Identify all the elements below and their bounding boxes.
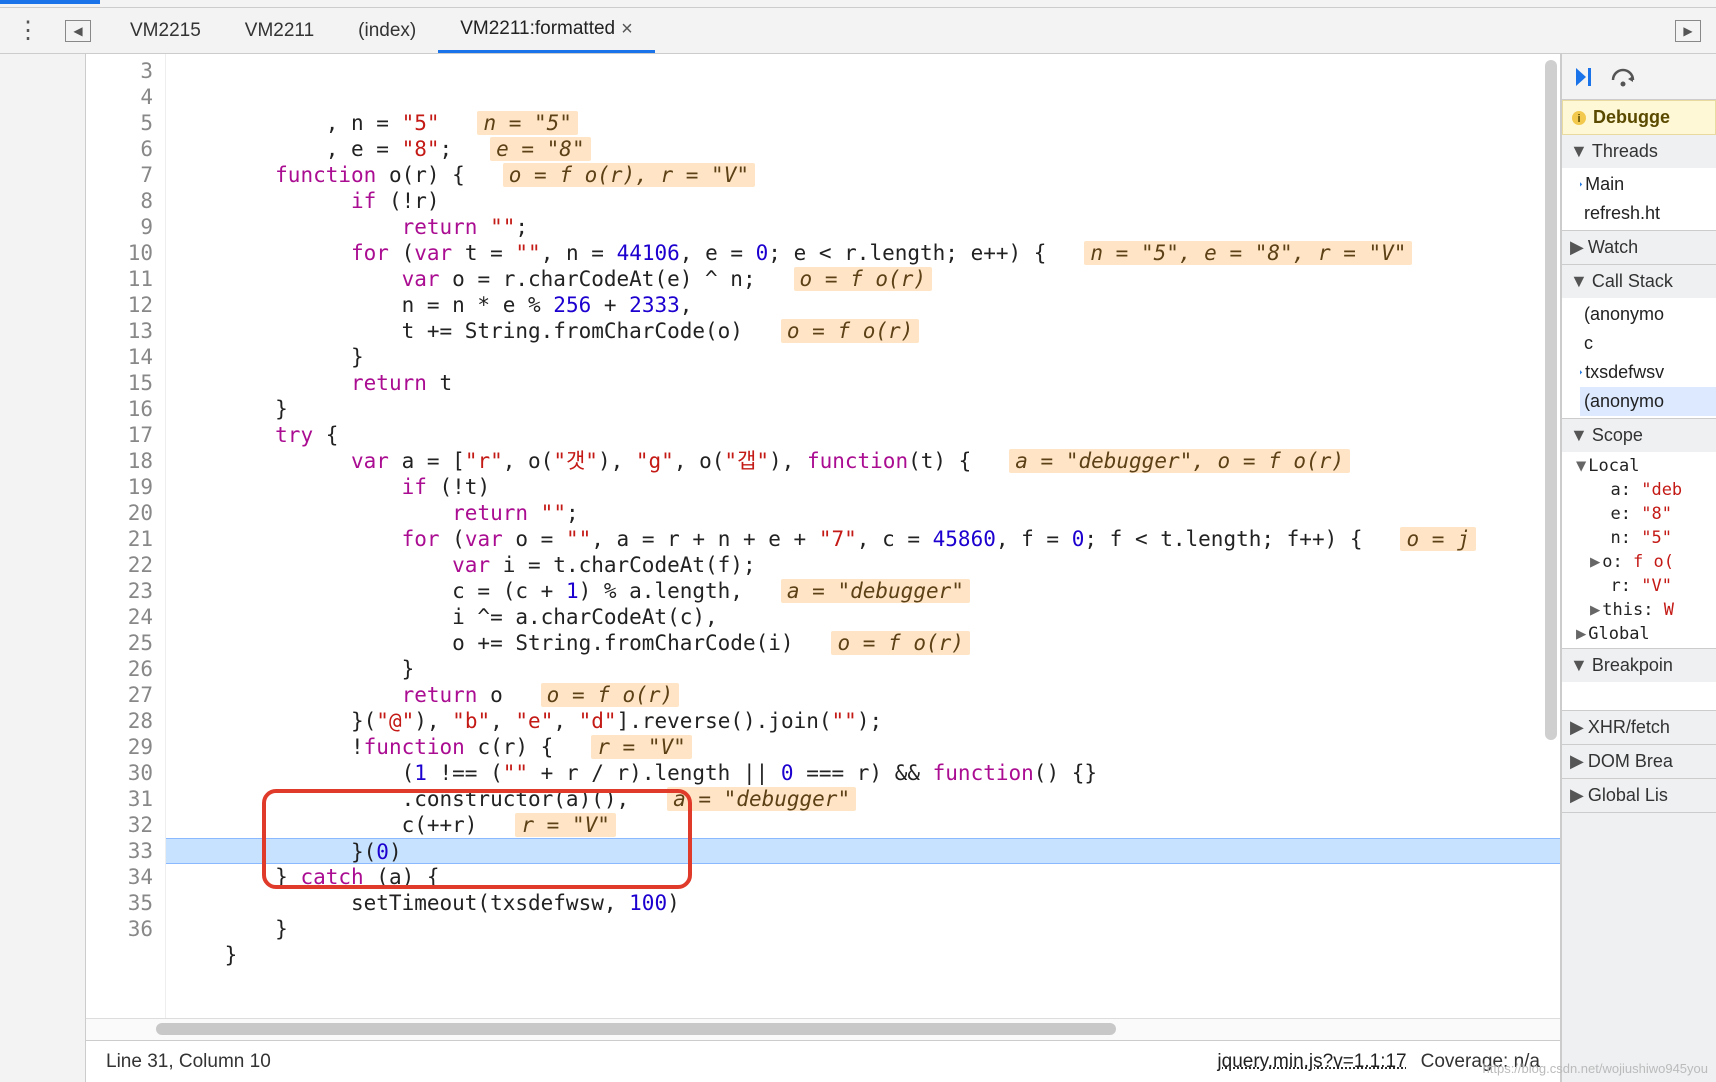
code-editor[interactable]: 3456789101112131415161718192021222324252… bbox=[86, 54, 1560, 1018]
scrollbar-horizontal[interactable] bbox=[86, 1018, 1560, 1040]
inline-value-hint: o = f o(r) bbox=[831, 631, 969, 655]
inline-value-hint: o = f o(r) bbox=[781, 319, 919, 343]
inline-value-hint: o = f o(r) bbox=[794, 267, 932, 291]
inline-value-hint: n = "5", e = "8", r = "V" bbox=[1084, 241, 1412, 265]
code-line[interactable]: function o(r) { o = f o(r), r = "V" bbox=[174, 162, 1560, 188]
scope-variable[interactable]: a: "deb bbox=[1576, 478, 1716, 502]
scope-variable[interactable]: n: "5" bbox=[1576, 526, 1716, 550]
debugger-controls bbox=[1562, 54, 1716, 100]
inline-value-hint: n = "5" bbox=[477, 111, 578, 135]
inline-value-hint: o = f o(r), r = "V" bbox=[503, 163, 755, 187]
inline-value-hint: o = j bbox=[1400, 527, 1475, 551]
run-snippet-icon[interactable] bbox=[1668, 11, 1708, 51]
top-loading-bar bbox=[0, 0, 1716, 8]
code-line[interactable]: var a = ["r", o("갯"), "g", o("갭"), funct… bbox=[174, 448, 1560, 474]
source-tab[interactable]: VM2211:formatted× bbox=[438, 8, 655, 53]
code-line[interactable]: } bbox=[174, 942, 1560, 968]
svg-text:i: i bbox=[1577, 113, 1580, 125]
code-line[interactable]: n = n * e % 256 + 2333, bbox=[174, 292, 1560, 318]
paused-banner: i Debugge bbox=[1562, 100, 1716, 135]
cursor-position: Line 31, Column 10 bbox=[106, 1051, 271, 1073]
more-icon[interactable] bbox=[8, 11, 48, 51]
code-line[interactable]: , n = "5" n = "5" bbox=[174, 110, 1560, 136]
code-line[interactable]: var o = r.charCodeAt(e) ^ n; o = f o(r) bbox=[174, 266, 1560, 292]
code-line[interactable]: if (!r) bbox=[174, 188, 1560, 214]
breakpoints-header[interactable]: ▼Breakpoin bbox=[1562, 649, 1716, 682]
close-icon[interactable]: × bbox=[621, 18, 633, 41]
code-line[interactable]: return ""; bbox=[174, 500, 1560, 526]
code-line[interactable]: setTimeout(txsdefwsw, 100) bbox=[174, 890, 1560, 916]
inline-value-hint: o = f o(r) bbox=[541, 683, 679, 707]
scope-variable[interactable]: r: "V" bbox=[1576, 574, 1716, 598]
code-line[interactable]: } bbox=[174, 916, 1560, 942]
left-gutter bbox=[0, 54, 86, 1082]
code-line[interactable]: , e = "8"; e = "8" bbox=[174, 136, 1560, 162]
thread-item[interactable]: Main bbox=[1580, 170, 1716, 199]
code-line[interactable]: try { bbox=[174, 422, 1560, 448]
dom-breakpoints-header[interactable]: ▶DOM Brea bbox=[1562, 745, 1716, 778]
threads-header[interactable]: ▼Threads bbox=[1562, 135, 1716, 168]
inline-value-hint: e = "8" bbox=[490, 137, 591, 161]
editor-status-bar: Line 31, Column 10 jquery.min.js?v=1.1:1… bbox=[86, 1040, 1560, 1082]
line-number-gutter: 3456789101112131415161718192021222324252… bbox=[86, 54, 166, 1018]
code-line[interactable]: return t bbox=[174, 370, 1560, 396]
code-line[interactable]: for (var o = "", a = r + n + e + "7", c … bbox=[174, 526, 1560, 552]
code-line[interactable]: !function c(r) { r = "V" bbox=[174, 734, 1560, 760]
debugger-sidebar: i Debugge ▼Threads Mainrefresh.ht ▶Watch… bbox=[1561, 54, 1716, 1082]
callstack-frame[interactable]: (anonymo bbox=[1580, 300, 1716, 329]
source-map-link[interactable]: jquery.min.js?v=1.1:17 bbox=[1217, 1051, 1406, 1073]
code-line[interactable]: if (!t) bbox=[174, 474, 1560, 500]
thread-item[interactable]: refresh.ht bbox=[1580, 199, 1716, 228]
source-tab-bar: VM2215VM2211(index)VM2211:formatted× bbox=[0, 8, 1716, 54]
callstack-header[interactable]: ▼Call Stack bbox=[1562, 265, 1716, 298]
callstack-frame[interactable]: (anonymo bbox=[1580, 387, 1716, 416]
scope-header[interactable]: ▼Scope bbox=[1562, 419, 1716, 452]
inline-value-hint: a = "debugger" bbox=[667, 787, 856, 811]
source-tab[interactable]: VM2211 bbox=[223, 8, 336, 53]
code-line[interactable] bbox=[174, 968, 1560, 994]
code-line[interactable]: return o o = f o(r) bbox=[174, 682, 1560, 708]
scope-global-header[interactable]: ▶Global bbox=[1576, 622, 1716, 646]
watermark: https://blog.csdn.net/wojiushiwo945you bbox=[1483, 1061, 1708, 1076]
scope-variable[interactable]: ▶this: W bbox=[1576, 598, 1716, 622]
source-text[interactable]: , n = "5" n = "5" , e = "8"; e = "8" fun… bbox=[166, 54, 1560, 1018]
code-line[interactable]: for (var t = "", n = 44106, e = 0; e < r… bbox=[174, 240, 1560, 266]
callstack-frame[interactable]: txsdefwsv bbox=[1580, 358, 1716, 387]
code-line[interactable]: o += String.fromCharCode(i) o = f o(r) bbox=[174, 630, 1560, 656]
scrollbar-vertical[interactable] bbox=[1545, 60, 1557, 740]
nav-back-icon[interactable] bbox=[58, 11, 98, 51]
callstack-frame[interactable]: c bbox=[1580, 329, 1716, 358]
code-line[interactable]: (1 !== ("" + r / r).length || 0 === r) &… bbox=[174, 760, 1560, 786]
code-line[interactable]: } bbox=[174, 656, 1560, 682]
code-line[interactable]: return ""; bbox=[174, 214, 1560, 240]
scope-variable[interactable]: e: "8" bbox=[1576, 502, 1716, 526]
code-line[interactable]: c = (c + 1) % a.length, a = "debugger" bbox=[174, 578, 1560, 604]
resume-button[interactable] bbox=[1570, 63, 1598, 91]
inline-value-hint: a = "debugger", o = f o(r) bbox=[1009, 449, 1350, 473]
inline-value-hint: a = "debugger" bbox=[781, 579, 970, 603]
watch-header[interactable]: ▶Watch bbox=[1562, 231, 1716, 264]
global-listeners-header[interactable]: ▶Global Lis bbox=[1562, 779, 1716, 812]
source-tab[interactable]: (index) bbox=[336, 8, 438, 53]
paused-banner-text: Debugge bbox=[1593, 107, 1670, 128]
source-tab[interactable]: VM2215 bbox=[108, 8, 223, 53]
scope-local-header[interactable]: ▼Local bbox=[1576, 454, 1716, 478]
annotation-red-box bbox=[262, 789, 692, 889]
code-line[interactable]: t += String.fromCharCode(o) o = f o(r) bbox=[174, 318, 1560, 344]
code-line[interactable]: } bbox=[174, 344, 1560, 370]
scope-variable[interactable]: ▶o: f o( bbox=[1576, 550, 1716, 574]
step-over-button[interactable] bbox=[1610, 63, 1638, 91]
code-line[interactable]: } bbox=[174, 396, 1560, 422]
inline-value-hint: r = "V" bbox=[591, 735, 692, 759]
xhr-breakpoints-header[interactable]: ▶XHR/fetch bbox=[1562, 711, 1716, 744]
code-line[interactable]: i ^= a.charCodeAt(c), bbox=[174, 604, 1560, 630]
code-line[interactable]: var i = t.charCodeAt(f); bbox=[174, 552, 1560, 578]
code-line[interactable]: }("@"), "b", "e", "d"].reverse().join(""… bbox=[174, 708, 1560, 734]
